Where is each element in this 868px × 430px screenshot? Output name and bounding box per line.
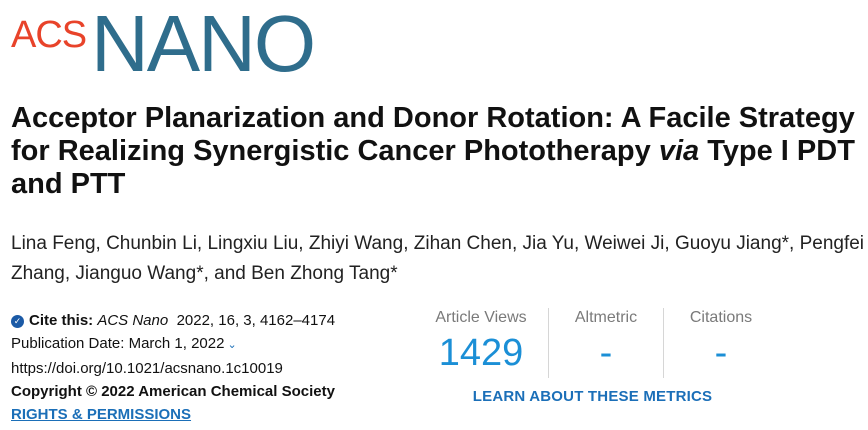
metric-label: Citations <box>689 309 753 326</box>
cite-row[interactable]: ✓ Cite this: ACS Nano 2022, 16, 3, 4162–4… <box>11 309 335 332</box>
doi-link[interactable]: https://doi.org/10.1021/acsnano.1c10019 <box>11 357 335 380</box>
logo-nano-text: NANO <box>91 0 316 88</box>
article-title: Acceptor Planarization and Donor Rotatio… <box>11 102 861 201</box>
learn-metrics-link[interactable]: LEARN ABOUT THESE METRICS <box>415 388 770 405</box>
article-metrics: Article Views 1429 Altmetric - Citations… <box>415 308 765 378</box>
pub-date-row[interactable]: Publication Date: March 1, 2022 ⌄ <box>11 332 335 357</box>
check-circle-icon: ✓ <box>11 315 24 328</box>
metric-altmetric[interactable]: Altmetric - <box>548 308 663 378</box>
author-list[interactable]: Lina Feng, Chunbin Li, Lingxiu Liu, Zhiy… <box>11 229 868 289</box>
copyright-text: Copyright © 2022 American Chemical Socie… <box>11 383 335 400</box>
metric-label: Article Views <box>435 309 527 326</box>
rights-permissions-link[interactable]: RIGHTS & PERMISSIONS <box>11 406 191 423</box>
publication-date: Publication Date: March 1, 2022 <box>11 335 225 352</box>
chevron-down-icon[interactable]: ⌄ <box>227 339 236 351</box>
metric-value: - <box>714 332 728 374</box>
title-italic: via <box>658 135 700 167</box>
cite-journal: ACS Nano <box>97 312 169 329</box>
metric-value: - <box>599 332 613 374</box>
metric-label: Altmetric <box>574 309 638 326</box>
logo-acs-text: ACS <box>11 14 87 56</box>
citation-block: ✓ Cite this: ACS Nano 2022, 16, 3, 4162–4… <box>11 309 335 426</box>
cite-details: 2022, 16, 3, 4162–4174 <box>176 312 336 329</box>
metric-citations[interactable]: Citations - <box>663 308 778 378</box>
metric-value: 1429 <box>438 332 524 374</box>
cite-label: Cite this: <box>29 312 94 329</box>
metric-article-views: Article Views 1429 <box>415 308 547 378</box>
